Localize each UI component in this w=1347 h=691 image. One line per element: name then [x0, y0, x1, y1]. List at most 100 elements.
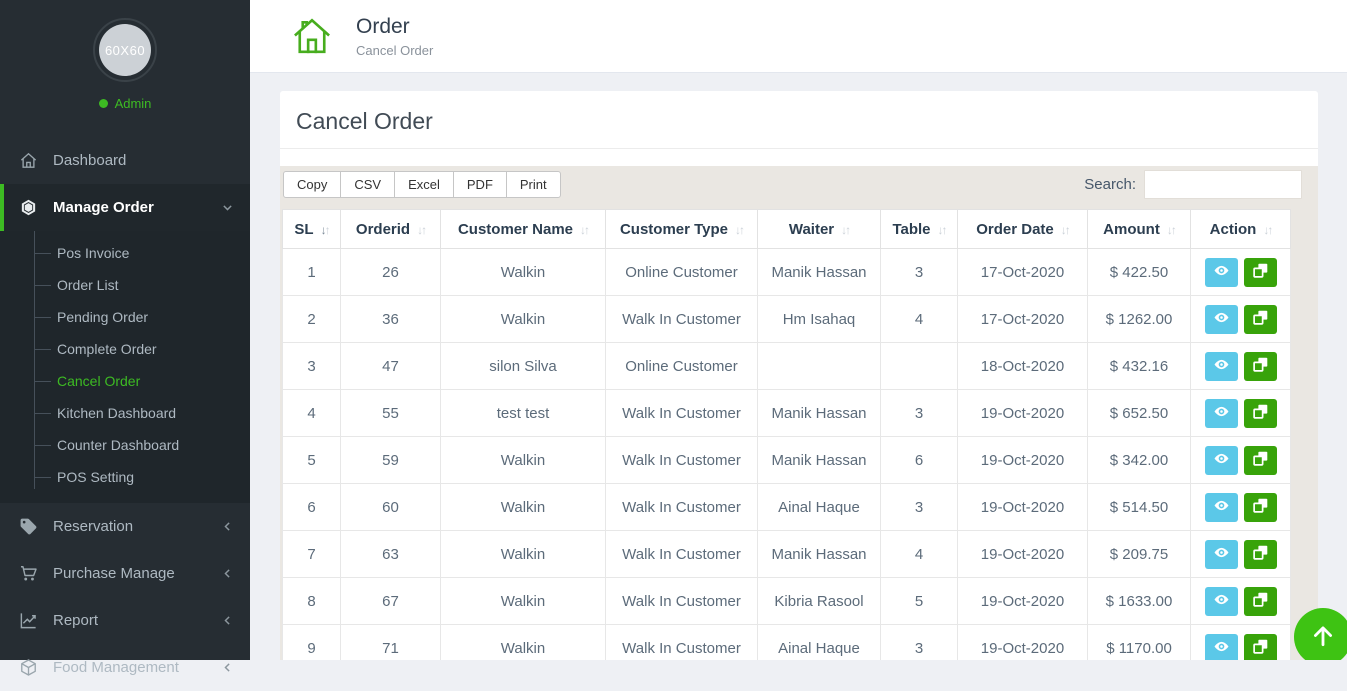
submenu-item-counter-dashboard[interactable]: Counter Dashboard [0, 429, 250, 461]
clone-order-button[interactable] [1244, 587, 1277, 616]
search-box: Search: [1084, 170, 1302, 199]
cell-customer-name: Walkin [441, 484, 606, 531]
view-order-button[interactable] [1205, 446, 1238, 475]
eye-icon [1213, 638, 1230, 658]
cell-customer-name: Walkin [441, 531, 606, 578]
submenu-item-pos-invoice[interactable]: Pos Invoice [0, 237, 250, 269]
cell-table: 3 [881, 249, 958, 296]
scroll-to-top-button[interactable] [1294, 608, 1347, 660]
cell-sl: 7 [283, 531, 341, 578]
clone-order-button[interactable] [1244, 352, 1277, 381]
cell-amount: $ 1633.00 [1088, 578, 1191, 625]
column-header-waiter[interactable]: Waiter↓↑ [758, 210, 881, 249]
view-order-button[interactable] [1205, 540, 1238, 569]
cell-order-date: 19-Oct-2020 [958, 484, 1088, 531]
view-order-button[interactable] [1205, 258, 1238, 287]
column-header-action[interactable]: Action↓↑ [1191, 210, 1291, 249]
view-order-button[interactable] [1205, 399, 1238, 428]
cell-waiter: Ainal Haque [758, 484, 881, 531]
cell-table: 5 [881, 578, 958, 625]
clone-icon [1252, 591, 1269, 611]
submenu-item-kitchen-dashboard[interactable]: Kitchen Dashboard [0, 397, 250, 429]
cell-orderid: 26 [341, 249, 441, 296]
submenu-item-order-list[interactable]: Order List [0, 269, 250, 301]
cell-table: 6 [881, 437, 958, 484]
cell-table: 3 [881, 390, 958, 437]
cell-action [1191, 484, 1291, 531]
cell-customer-name: test test [441, 390, 606, 437]
sidebar-item-label: Purchase Manage [53, 565, 175, 582]
column-label: Order Date [976, 221, 1054, 238]
cell-table: 4 [881, 296, 958, 343]
sort-icon: ↓↑ [417, 223, 425, 237]
view-order-button[interactable] [1205, 587, 1238, 616]
submenu-item-pos-setting[interactable]: POS Setting [0, 461, 250, 493]
cell-customer-name: Walkin [441, 249, 606, 296]
cell-order-date: 19-Oct-2020 [958, 625, 1088, 661]
clone-icon [1252, 262, 1269, 282]
sidebar-item-manage-order[interactable]: Manage Order [0, 184, 250, 231]
eye-icon [1213, 450, 1230, 470]
column-header-customer-name[interactable]: Customer Name↓↑ [441, 210, 606, 249]
clone-order-button[interactable] [1244, 305, 1277, 334]
excel-button[interactable]: Excel [394, 171, 454, 198]
column-header-order-date[interactable]: Order Date↓↑ [958, 210, 1088, 249]
clone-order-button[interactable] [1244, 493, 1277, 522]
clone-icon [1252, 544, 1269, 564]
tag-icon [19, 517, 38, 536]
view-order-button[interactable] [1205, 352, 1238, 381]
user-status: Admin [0, 96, 250, 111]
csv-button[interactable]: CSV [340, 171, 395, 198]
main-content: Cancel Order CopyCSVExcelPDFPrint Search… [250, 73, 1347, 660]
export-button-group: CopyCSVExcelPDFPrint [283, 171, 561, 198]
pdf-button[interactable]: PDF [453, 171, 507, 198]
view-order-button[interactable] [1205, 634, 1238, 661]
clone-order-button[interactable] [1244, 399, 1277, 428]
submenu-item-complete-order[interactable]: Complete Order [0, 333, 250, 365]
cell-table [881, 343, 958, 390]
cell-sl: 4 [283, 390, 341, 437]
submenu-item-cancel-order[interactable]: Cancel Order [0, 365, 250, 397]
view-order-button[interactable] [1205, 305, 1238, 334]
view-order-button[interactable] [1205, 493, 1238, 522]
sidebar-item-dashboard[interactable]: Dashboard [0, 137, 250, 184]
cell-action [1191, 249, 1291, 296]
home-icon [19, 151, 38, 170]
cell-customer-name: Walkin [441, 625, 606, 661]
breadcrumb: Cancel Order [356, 43, 433, 58]
cell-waiter: Hm Isahaq [758, 296, 881, 343]
clone-order-button[interactable] [1244, 258, 1277, 287]
sidebar-item-report[interactable]: Report [0, 597, 250, 644]
cell-amount: $ 422.50 [1088, 249, 1191, 296]
column-header-orderid[interactable]: Orderid ↓↑ [341, 210, 441, 249]
cell-waiter [758, 343, 881, 390]
cell-action [1191, 437, 1291, 484]
sort-icon: ↓↑ [1167, 223, 1175, 237]
card-title: Cancel Order [280, 91, 1318, 149]
column-label: Orderid [356, 221, 410, 238]
clone-order-button[interactable] [1244, 540, 1277, 569]
column-header-amount[interactable]: Amount↓↑ [1088, 210, 1191, 249]
column-header-table[interactable]: Table↓↑ [881, 210, 958, 249]
column-header-customer-type[interactable]: Customer Type↓↑ [606, 210, 758, 249]
eye-icon [1213, 591, 1230, 611]
copy-button[interactable]: Copy [283, 171, 341, 198]
print-button[interactable]: Print [506, 171, 561, 198]
submenu-item-pending-order[interactable]: Pending Order [0, 301, 250, 333]
sidebar-item-label: Dashboard [53, 152, 126, 169]
eye-icon [1213, 403, 1230, 423]
sidebar-item-food-management[interactable]: Food Management [0, 644, 250, 691]
cell-waiter: Manik Hassan [758, 531, 881, 578]
cell-orderid: 59 [341, 437, 441, 484]
clone-order-button[interactable] [1244, 634, 1277, 661]
clone-order-button[interactable] [1244, 446, 1277, 475]
sidebar-item-reservation[interactable]: Reservation [0, 503, 250, 550]
cube-icon [19, 658, 38, 677]
cell-waiter: Ainal Haque [758, 625, 881, 661]
cell-customer-type: Walk In Customer [606, 578, 758, 625]
datatable-toolbar: CopyCSVExcelPDFPrint Search: [283, 169, 1302, 199]
search-input[interactable] [1144, 170, 1302, 199]
column-header-sl[interactable]: SL↓↑ [283, 210, 341, 249]
sidebar-item-purchase-manage[interactable]: Purchase Manage [0, 550, 250, 597]
cell-orderid: 67 [341, 578, 441, 625]
